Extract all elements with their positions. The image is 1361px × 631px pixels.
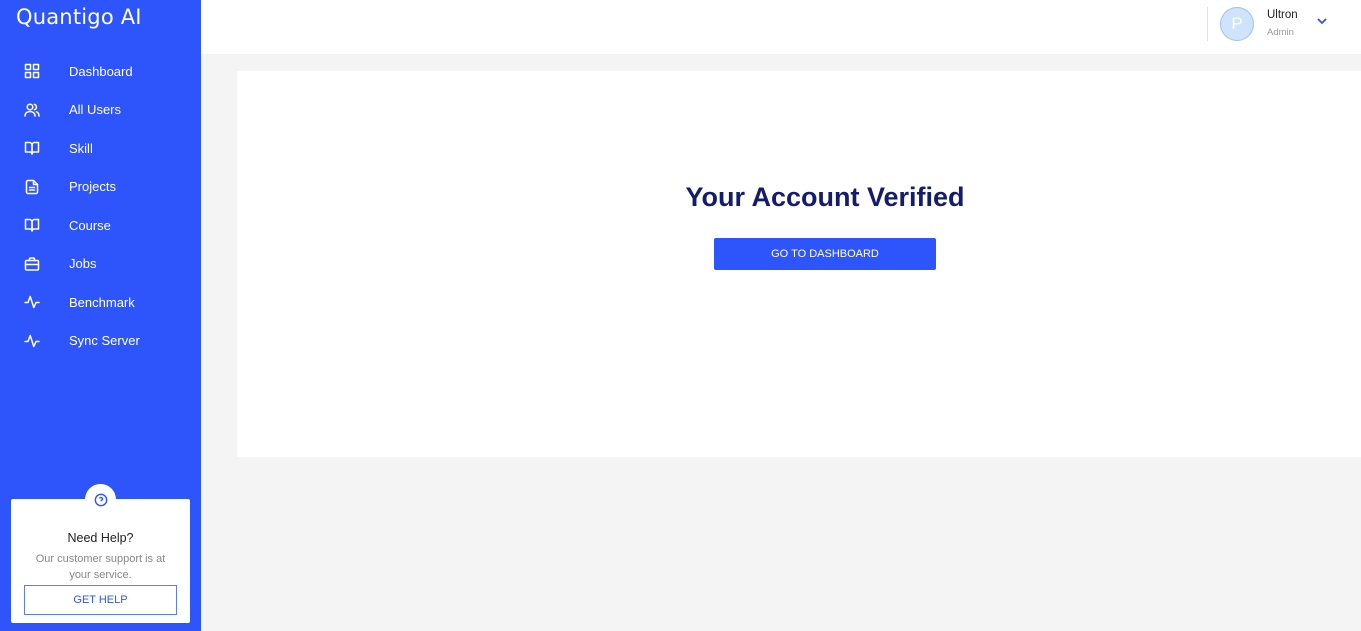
- help-text: Our customer support is at your service.: [35, 553, 166, 581]
- chevron-down-icon[interactable]: [1315, 14, 1329, 28]
- sidebar-item-label: Sync Server: [69, 333, 140, 349]
- help-circle-icon: [85, 484, 116, 515]
- activity-icon: [24, 294, 40, 310]
- content-card: Your Account Verified GO TO DASHBOARD: [237, 71, 1361, 457]
- divider: [1207, 7, 1208, 41]
- sidebar-item-sync-server[interactable]: Sync Server: [0, 322, 201, 361]
- sidebar-nav: Dashboard All Users Skill Projects Cours…: [0, 52, 201, 360]
- users-icon: [24, 102, 40, 118]
- sidebar-item-dashboard[interactable]: Dashboard: [0, 52, 201, 91]
- sidebar: Quantigo AI Dashboard All Users Skill Pr…: [0, 0, 201, 631]
- user-role: Admin: [1267, 27, 1294, 38]
- sidebar-item-skill[interactable]: Skill: [0, 129, 201, 168]
- sidebar-item-label: Skill: [69, 140, 93, 156]
- avatar[interactable]: P: [1220, 7, 1254, 41]
- help-card: Need Help? Our customer support is at yo…: [11, 484, 190, 623]
- user-name: Ultron: [1267, 9, 1298, 21]
- go-to-dashboard-button[interactable]: GO TO DASHBOARD: [714, 238, 936, 270]
- sidebar-item-label: All Users: [69, 102, 122, 118]
- sidebar-item-all-users[interactable]: All Users: [0, 91, 201, 130]
- page-title: Your Account Verified: [685, 182, 965, 212]
- briefcase-icon: [24, 256, 40, 272]
- sidebar-item-jobs[interactable]: Jobs: [0, 245, 201, 284]
- sidebar-item-label: Course: [69, 217, 111, 233]
- sidebar-item-label: Projects: [69, 179, 116, 195]
- sidebar-item-label: Benchmark: [69, 294, 135, 310]
- file-text-icon: [24, 179, 40, 195]
- grid-icon: [24, 63, 40, 79]
- book-open-icon: [24, 217, 40, 233]
- sidebar-item-course[interactable]: Course: [0, 206, 201, 245]
- top-bar: P Ultron Admin: [201, 0, 1361, 54]
- sidebar-item-benchmark[interactable]: Benchmark: [0, 283, 201, 322]
- activity-icon: [24, 333, 40, 349]
- sidebar-item-projects[interactable]: Projects: [0, 168, 201, 207]
- help-title: Need Help?: [67, 531, 134, 545]
- sidebar-item-label: Jobs: [69, 256, 97, 272]
- brand-logo[interactable]: Quantigo AI: [16, 5, 142, 29]
- book-open-icon: [24, 140, 40, 156]
- get-help-button[interactable]: GET HELP: [24, 585, 177, 615]
- sidebar-item-label: Dashboard: [69, 63, 133, 79]
